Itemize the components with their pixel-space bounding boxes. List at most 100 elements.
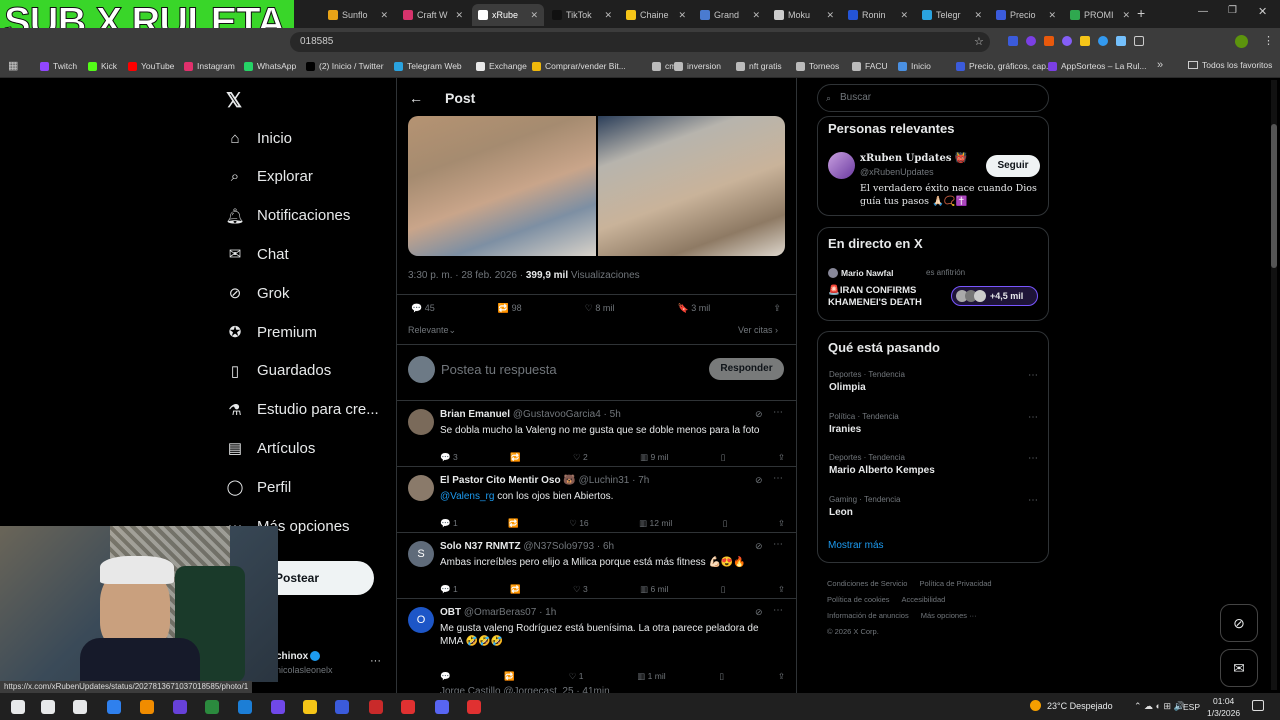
reply-more-icon[interactable]: ⋯	[773, 539, 783, 550]
relevant-name[interactable]: xRuben Updates 👹	[860, 153, 967, 164]
bookmark-item[interactable]: inversion	[674, 59, 721, 73]
post-image-left[interactable]	[408, 116, 596, 256]
views-action[interactable]: ▥ 1 mil	[637, 671, 665, 682]
discord-icon[interactable]	[432, 697, 452, 717]
reply-more-icon[interactable]: ⋯	[773, 605, 783, 616]
browser-tab[interactable]: Chaine ✕	[620, 4, 692, 26]
reply-action[interactable]: 💬 1	[440, 518, 458, 529]
reply-author[interactable]: Brian Emanuel	[440, 409, 510, 420]
share-icon[interactable]: ⇪	[778, 452, 785, 463]
bookmark-item[interactable]: Telegram Web	[394, 59, 462, 73]
edge-icon[interactable]	[235, 697, 255, 717]
footer-link[interactable]: Política de Privacidad	[919, 579, 991, 588]
repost-action[interactable]: 🔁	[508, 518, 519, 529]
reply-author[interactable]: Solo N37 RNMTZ	[440, 541, 521, 552]
bookmark-action[interactable]: ▯	[721, 584, 726, 595]
tab-close-icon[interactable]: ✕	[900, 10, 908, 21]
app-icon[interactable]	[366, 697, 386, 717]
bookmark-item[interactable]: FACU	[852, 59, 888, 73]
reply-avatar[interactable]: O	[408, 607, 434, 633]
bookmark-item[interactable]: AppSorteos – La Rul...	[1048, 59, 1147, 73]
reply-avatar[interactable]	[408, 409, 434, 435]
reply-mention[interactable]: @Valens_rg	[440, 491, 494, 502]
reply-composer-input[interactable]: Postea tu respuesta	[441, 362, 557, 377]
browser-tab[interactable]: Craft W ✕	[397, 4, 469, 26]
notification-icon[interactable]	[1252, 700, 1264, 711]
nav-item[interactable]: ◯ Perfil	[226, 475, 292, 499]
sort-relevance-dropdown[interactable]: Relevante⌄	[408, 325, 456, 336]
grok-icon[interactable]: ⊘	[755, 409, 763, 420]
grok-float-button[interactable]: ⊘	[1220, 604, 1258, 642]
footer-link[interactable]: © 2026 X Corp.	[827, 627, 879, 636]
browser-tab[interactable]: TikTok ✕	[546, 4, 618, 26]
app-icon[interactable]	[104, 697, 124, 717]
browser-tab[interactable]: Moku ✕	[768, 4, 840, 26]
extension-icon[interactable]	[1044, 36, 1054, 46]
footer-link[interactable]: Más opciones ···	[921, 611, 977, 620]
nav-item[interactable]: ▯ Guardados	[226, 359, 331, 383]
extension-icon[interactable]	[1098, 36, 1108, 46]
clock-date[interactable]: 1/3/2026	[1207, 708, 1240, 718]
live-host-name[interactable]: Mario Nawfal	[841, 268, 893, 278]
bookmark-item[interactable]: Torneos	[796, 59, 839, 73]
bookmark-item[interactable]: Exchange	[476, 59, 527, 73]
tab-close-icon[interactable]: ✕	[380, 10, 388, 21]
window-restore-button[interactable]: ❐	[1228, 5, 1237, 16]
browser-tab[interactable]: Telegr ✕	[916, 4, 988, 26]
extension-icon[interactable]	[1080, 36, 1090, 46]
tab-close-icon[interactable]: ✕	[752, 10, 760, 21]
browser-tab[interactable]: Sunflo ✕	[322, 4, 394, 26]
app-icon[interactable]	[202, 697, 222, 717]
nav-item[interactable]: ⌂ Inicio	[226, 126, 292, 150]
reply-tweet[interactable]: O OBT @OmarBeras07 · 1h ⊘ ⋯ Me gusta valeng …	[397, 598, 796, 682]
extensions-puzzle-icon[interactable]	[1134, 36, 1144, 46]
view-quotes-link[interactable]: Ver citas ›	[738, 325, 778, 335]
back-arrow-icon[interactable]: ←	[409, 90, 423, 106]
bookmark-item[interactable]: YouTube	[128, 59, 174, 73]
extension-icon[interactable]	[1062, 36, 1072, 46]
like-action[interactable]: ♡ 8 mil	[585, 303, 615, 314]
scrollbar-thumb[interactable]	[1271, 124, 1277, 268]
apps-grid-icon[interactable]: ▦	[8, 59, 18, 72]
page-scrollbar[interactable]	[1271, 80, 1277, 690]
trend-more-icon[interactable]: ⋯	[1028, 412, 1038, 423]
browser-tab[interactable]: PROMI ✕	[1064, 4, 1136, 26]
like-action[interactable]: ♡ 1	[569, 671, 584, 682]
search-icon[interactable]	[38, 697, 58, 717]
share-icon[interactable]: ⇪	[773, 303, 781, 314]
window-close-button[interactable]: ✕	[1258, 5, 1267, 18]
views-action[interactable]: ▥ 12 mil	[639, 518, 672, 529]
new-tab-button[interactable]: +	[1137, 5, 1145, 21]
profile-avatar[interactable]	[1235, 35, 1248, 48]
relevant-avatar[interactable]	[828, 152, 855, 179]
bookmark-action[interactable]: 🔖 3 mil	[678, 303, 711, 314]
repost-action[interactable]: 🔁	[510, 452, 521, 463]
tab-close-icon[interactable]: ✕	[604, 10, 612, 21]
follow-button[interactable]: Seguir	[986, 155, 1040, 177]
app-icon[interactable]	[332, 697, 352, 717]
app-icon[interactable]	[464, 697, 484, 717]
share-icon[interactable]: ⇪	[778, 518, 785, 529]
trend-item[interactable]: Deportes · Tendencia Olimpia	[829, 370, 1039, 393]
footer-link[interactable]: Información de anuncios	[827, 611, 909, 620]
tab-close-icon[interactable]: ✕	[1048, 10, 1056, 21]
grok-icon[interactable]: ⊘	[755, 475, 763, 486]
reply-author[interactable]: El Pastor Cito Mentir Oso 🐻	[440, 475, 576, 486]
reply-tweet[interactable]: El Pastor Cito Mentir Oso 🐻 @Luchin31 · …	[397, 466, 796, 532]
browser-tab[interactable]: Ronin ✕	[842, 4, 914, 26]
nav-item[interactable]: ⌕ Explorar	[226, 165, 313, 189]
bookmark-action[interactable]: ▯	[721, 452, 726, 463]
file-explorer-icon[interactable]	[300, 697, 320, 717]
grok-icon[interactable]: ⊘	[755, 541, 763, 552]
trend-item[interactable]: Deportes · Tendencia Mario Alberto Kempes	[829, 453, 1039, 476]
browser-tab[interactable]: Precio ✕	[990, 4, 1062, 26]
bookmark-item[interactable]: Twitch	[40, 59, 77, 73]
tab-close-icon[interactable]: ✕	[678, 10, 686, 21]
search-input[interactable]: ⌕ Buscar	[817, 84, 1049, 112]
bookmark-item[interactable]: cm	[652, 59, 676, 73]
bookmark-item[interactable]: Comprar/vender Bit...	[532, 59, 626, 73]
nav-item[interactable]: ⚗ Estudio para cre...	[226, 398, 378, 422]
tab-close-icon[interactable]: ✕	[974, 10, 982, 21]
bookmark-item[interactable]: nft gratis	[736, 59, 782, 73]
reply-action[interactable]: 💬 1	[440, 584, 458, 595]
